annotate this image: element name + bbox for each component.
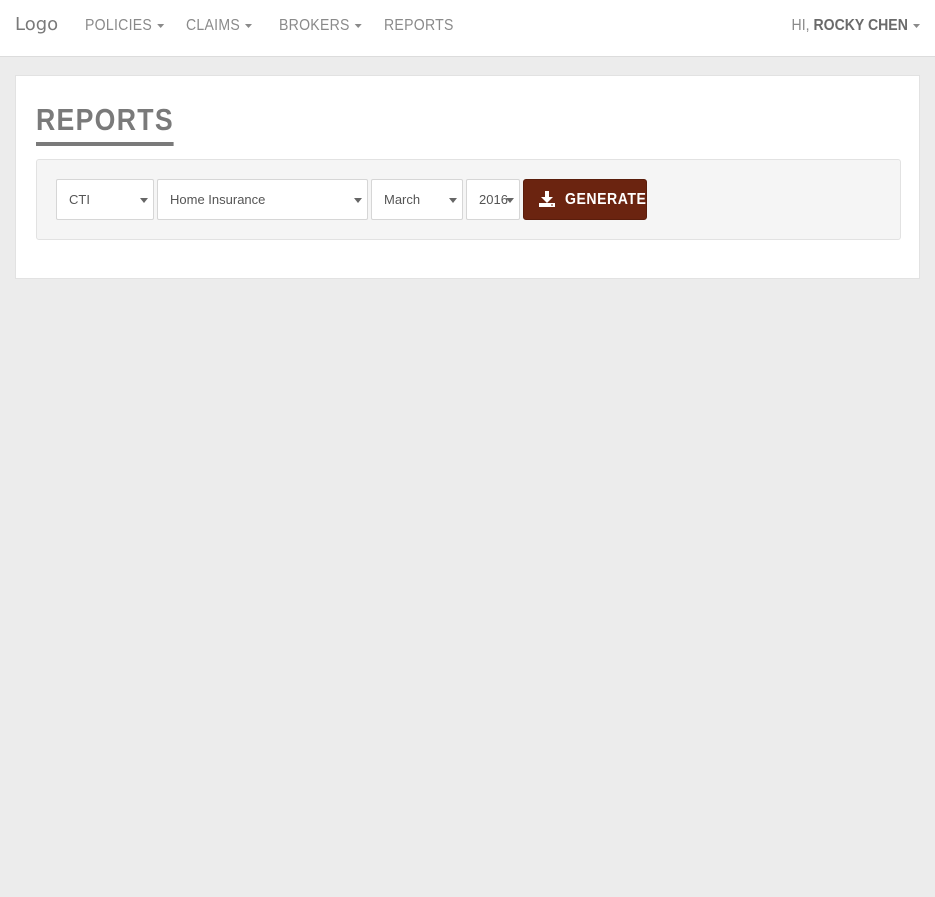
caret-down-icon (354, 23, 363, 28)
caret-down-icon (140, 198, 148, 203)
nav-item-label: Claims (186, 17, 241, 34)
nav-item-brokers[interactable]: Brokers (279, 17, 363, 39)
caret-down-icon (245, 23, 253, 28)
generate-button[interactable]: Generate (523, 179, 647, 220)
nav-item-reports[interactable]: Reports (384, 17, 454, 39)
reports-card: Reports CTI Home Insurance March 2016 Ge… (15, 75, 920, 279)
product-select-value: Home Insurance (170, 192, 266, 207)
caret-down-icon (912, 23, 920, 28)
month-select-value: March (384, 192, 421, 207)
top-navbar: Logo Policies Claims Brokers Reports Hi,… (0, 0, 935, 57)
nav-item-label: Brokers (279, 17, 350, 34)
caret-down-icon (354, 198, 362, 203)
company-select-value: CTI (69, 192, 90, 207)
year-select[interactable]: 2016 (466, 179, 520, 220)
download-icon (539, 191, 555, 207)
nav-item-claims[interactable]: Claims (186, 17, 253, 39)
greeting: Hi, (791, 17, 810, 34)
month-select[interactable]: March (371, 179, 463, 220)
nav-item-policies[interactable]: Policies (85, 17, 165, 39)
user-name: Rocky Chen (813, 17, 908, 34)
nav-item-label: Reports (384, 17, 454, 34)
caret-down-icon (157, 23, 165, 28)
report-filters: CTI Home Insurance March 2016 Generate (36, 159, 901, 240)
caret-down-icon (449, 198, 457, 203)
generate-button-label: Generate (565, 191, 647, 208)
user-menu[interactable]: Hi, Rocky Chen (791, 17, 920, 35)
product-select[interactable]: Home Insurance (157, 179, 368, 220)
logo[interactable]: Logo (15, 14, 58, 35)
nav-item-label: Policies (85, 17, 153, 34)
company-select[interactable]: CTI (56, 179, 154, 220)
year-select-value: 2016 (479, 192, 508, 207)
caret-down-icon (506, 198, 514, 203)
page-title: Reports (36, 102, 174, 146)
